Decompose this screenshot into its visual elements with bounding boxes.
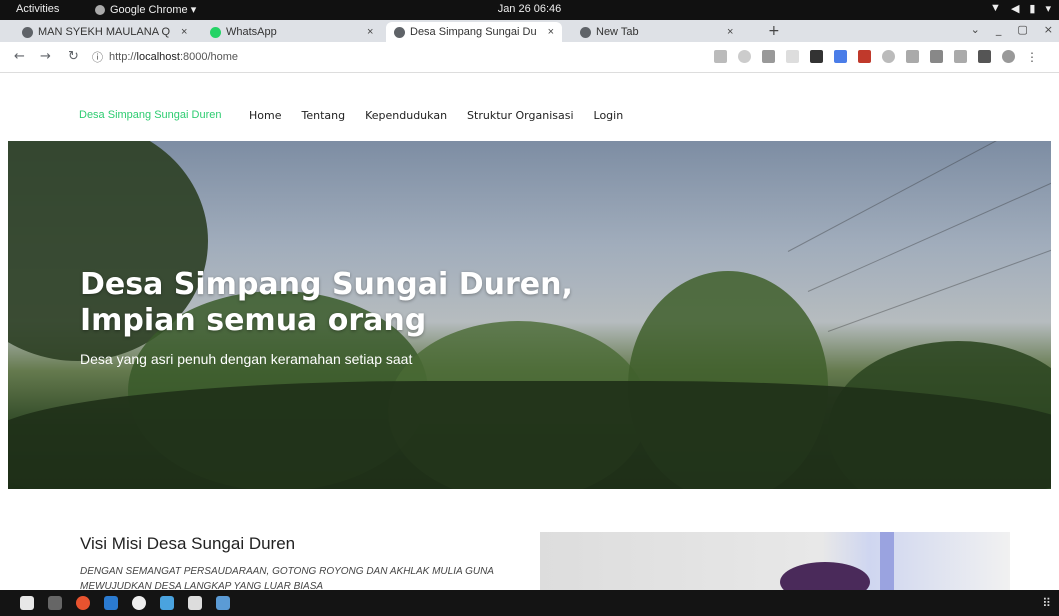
wifi-icon: ▼ [990,2,1001,14]
extension-dark-icon[interactable] [930,50,943,63]
pocket-icon[interactable] [810,50,823,63]
visi-title: Visi Misi Desa Sungai Duren [80,534,296,553]
package-icon[interactable] [188,596,202,610]
power-line [787,141,1051,252]
info-icon[interactable]: ⓘ [92,49,103,65]
back-icon[interactable]: ← [14,49,25,64]
zoom-icon[interactable] [738,50,751,63]
maximize-icon[interactable]: ▢ [1017,23,1027,36]
extension-v-icon[interactable] [954,50,967,63]
bird-icon[interactable] [160,596,174,610]
photo-object [780,562,870,590]
visi-misi-section: Visi Misi Desa Sungai Duren Dengan seman… [80,534,510,594]
translate-icon[interactable] [714,50,727,63]
tab-new-tab[interactable]: New Tab × [580,22,733,42]
clock[interactable]: Jan 26 06:46 [498,3,562,15]
chevron-down-icon: ▾ [1045,3,1051,15]
photo-frame [880,532,894,590]
tab-title: MAN SYEKH MAULANA Q [38,26,171,38]
chrome-icon[interactable] [76,596,90,610]
chrome-icon [580,26,591,38]
tab-man-syekh[interactable]: MAN SYEKH MAULANA Q × [22,22,187,42]
nav-login[interactable]: Login [594,109,624,122]
globe-icon [394,26,405,38]
power-line [807,169,1051,292]
close-icon[interactable]: × [727,26,733,38]
image-editor-icon[interactable] [216,596,230,610]
tab-desa-simpang[interactable]: Desa Simpang Sungai Du × [386,22,563,42]
web-page: Desa Simpang Sungai Duren Home Tentang K… [8,88,1051,592]
chrome-icon [95,4,105,15]
extension-gray-icon[interactable] [906,50,919,63]
hero-subtitle: Desa yang asri penuh dengan keramahan se… [80,351,413,367]
system-tray[interactable]: ▼ ◀ ▮ ▾ [990,2,1051,15]
volume-icon: ◀ [1010,3,1020,15]
address-bar[interactable]: ⓘ http://localhost:8000/home [92,48,692,66]
tab-whatsapp[interactable]: WhatsApp × [210,22,373,42]
window-controls: ⌄ _ ▢ × [971,23,1053,36]
close-window-icon[interactable]: × [1044,23,1053,36]
minimize-icon[interactable]: _ [996,23,1002,36]
tab-title: WhatsApp [226,26,277,38]
taskbar: ⠿ [0,590,1059,616]
extension-red-icon[interactable] [858,50,871,63]
reload-icon[interactable]: ↻ [68,49,79,64]
extension-circle-icon[interactable] [882,50,895,63]
site-navbar: Desa Simpang Sungai Duren Home Tentang K… [8,88,1051,141]
browser-toolbar: ← → ↻ ⓘ http://localhost:8000/home ⋮ [0,42,1059,73]
app-menu[interactable]: Google Chrome ▾ [95,3,196,16]
site-brand[interactable]: Desa Simpang Sungai Duren [79,109,221,121]
close-icon[interactable]: × [181,26,187,38]
visi-photo [540,532,1010,590]
puzzle-icon[interactable] [978,50,991,63]
close-icon[interactable]: × [548,26,554,38]
extension-blue-icon[interactable] [834,50,847,63]
nav-tentang[interactable]: Tentang [301,109,345,122]
more-menu-icon[interactable]: ⋮ [1026,50,1038,64]
forward-icon[interactable]: → [40,49,51,64]
battery-icon: ▮ [1029,3,1036,15]
system-top-bar: Activities Google Chrome ▾ Jan 26 06:46 … [0,0,1059,20]
nav-struktur-organisasi[interactable]: Struktur Organisasi [467,109,573,122]
hero-banner: Desa Simpang Sungai Duren, Impian semua … [8,141,1051,489]
tab-search-icon[interactable]: ⌄ [971,23,980,36]
share-icon[interactable] [762,50,775,63]
hero-title: Desa Simpang Sungai Duren, Impian semua … [80,267,573,338]
vscode-icon[interactable] [104,596,118,610]
site-menu: Home Tentang Kependudukan Struktur Organ… [249,109,623,122]
tab-title: Desa Simpang Sungai Du [410,26,537,38]
files-icon[interactable] [20,596,34,610]
extension-icons: ⋮ [714,50,1038,64]
app-grid-icon[interactable]: ⠿ [1042,596,1051,610]
power-line [827,242,1051,332]
chat-icon[interactable] [132,596,146,610]
bookmark-star-icon[interactable] [786,50,799,63]
new-tab-button[interactable]: + [768,23,780,39]
whatsapp-icon [210,26,221,38]
profile-icon[interactable] [1002,50,1015,63]
app-menu-label: Google Chrome ▾ [110,4,197,16]
nav-kependudukan[interactable]: Kependudukan [365,109,447,122]
tab-strip: MAN SYEKH MAULANA Q × WhatsApp × Desa Si… [0,20,1059,42]
nav-home[interactable]: Home [249,109,281,122]
ground [8,381,1051,489]
url-text: http://localhost:8000/home [109,51,239,63]
globe-icon [22,26,33,38]
close-icon[interactable]: × [367,26,373,38]
terminal-icon[interactable] [48,596,62,610]
activities-button[interactable]: Activities [16,3,59,15]
tab-title: New Tab [596,26,639,38]
